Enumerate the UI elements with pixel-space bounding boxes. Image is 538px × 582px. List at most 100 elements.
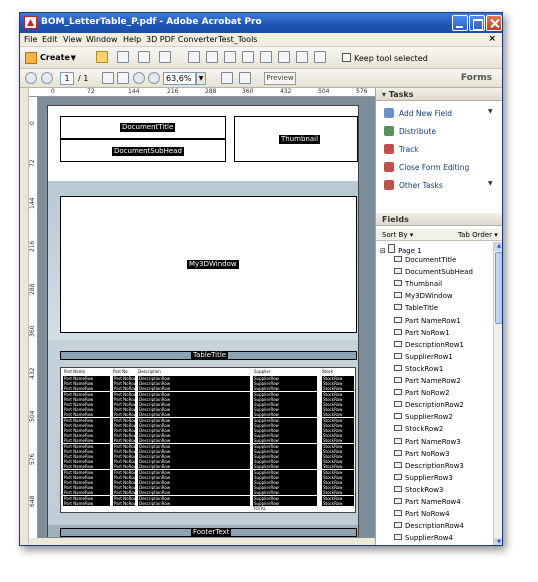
tree-field-item[interactable]: Part NoRow2	[394, 389, 450, 397]
tree-field-item[interactable]: SupplierRow1	[394, 352, 453, 361]
tree-field-item[interactable]: DescriptionRow4	[394, 522, 464, 530]
tree-field-item[interactable]: Part NoRow1	[394, 328, 450, 337]
tree-field-item[interactable]: SupplierRow3	[394, 473, 453, 482]
collapse-icon[interactable]: ⊟	[380, 247, 386, 255]
tree-field-item[interactable]: Part NoRow3	[394, 449, 450, 458]
barcode-tool-icon[interactable]	[314, 51, 326, 63]
checkbox-tool-icon[interactable]	[206, 51, 218, 63]
table-cell-field[interactable]: Part NameRow	[63, 500, 110, 506]
scroll-down-icon[interactable]: ▼	[494, 538, 502, 545]
text-field-icon	[394, 316, 402, 323]
menu-edit[interactable]: Edit	[42, 35, 58, 44]
fit-page-icon[interactable]	[221, 72, 233, 84]
table-cell-field[interactable]: SupplierRow	[253, 500, 317, 506]
signature-tool-icon[interactable]	[296, 51, 308, 63]
tree-field-item[interactable]: DocumentTitle	[394, 256, 456, 264]
table-title-field[interactable]: TableTitle	[60, 351, 357, 360]
hand-tool-icon[interactable]	[117, 72, 129, 84]
zoom-out-icon[interactable]	[133, 72, 145, 84]
tree-field-item[interactable]: My3DWindow	[394, 292, 453, 300]
create-button[interactable]: Create ▼	[24, 51, 76, 66]
document-subhead-field[interactable]: DocumentSubHead	[60, 139, 226, 162]
tree-field-item[interactable]: DescriptionRow3	[394, 461, 464, 470]
menu-3d-pdf-converter[interactable]: 3D PDF Converter	[146, 35, 218, 44]
tree-field-item[interactable]: Part NameRow3	[394, 437, 461, 446]
table-cell-field[interactable]: DescriptionRow	[138, 500, 250, 506]
text-field-icon	[394, 389, 402, 396]
tasks-section-header[interactable]: ▾ Tasks	[376, 88, 502, 101]
thumbnail-field[interactable]: Thumbnail	[234, 116, 358, 162]
zoom-level-input[interactable]: 63,6%	[163, 72, 196, 85]
print-icon[interactable]	[138, 51, 150, 63]
mail-icon[interactable]	[159, 51, 171, 63]
task-track[interactable]: Track	[384, 144, 419, 158]
navigation-pane-strip[interactable]	[20, 88, 29, 545]
tree-field-label: DocumentTitle	[405, 256, 457, 264]
pdf-page[interactable]: DocumentTitle DocumentSubHead Thumbnail …	[47, 105, 359, 537]
tab-order-dropdown[interactable]: Tab Order ▾	[458, 231, 498, 239]
minimize-button[interactable]	[452, 15, 468, 31]
tree-root-page1[interactable]: ⊟ Page 1	[380, 244, 422, 255]
text-field-tool-icon[interactable]	[188, 51, 200, 63]
tree-field-item[interactable]: StockRow2	[394, 425, 443, 433]
keep-tool-selected-checkbox[interactable]: Keep tool selected	[342, 53, 428, 63]
task-close-form-editing[interactable]: Close Form Editing	[384, 162, 469, 176]
tree-field-item[interactable]: Part NameRow1	[394, 316, 461, 325]
save-icon[interactable]	[117, 51, 129, 63]
tree-field-item[interactable]: DescriptionRow1	[394, 340, 464, 349]
open-folder-icon[interactable]	[96, 51, 108, 63]
title-bar[interactable]: BOM_LetterTable_P.pdf - Adobe Acrobat Pr…	[20, 13, 502, 33]
radio-button-tool-icon[interactable]	[224, 51, 236, 63]
tree-field-item[interactable]: Part NameRow4	[394, 498, 461, 506]
task-distribute[interactable]: Distribute	[384, 126, 436, 140]
menu-view[interactable]: View	[63, 35, 82, 44]
menu-window[interactable]: Window	[86, 35, 118, 44]
maximize-button[interactable]	[469, 15, 485, 31]
menu-test-tools[interactable]: Test_Tools	[218, 35, 257, 44]
fit-width-icon[interactable]	[239, 72, 251, 84]
tree-field-item[interactable]: DocumentSubHead	[394, 268, 473, 276]
scrollbar-thumb[interactable]	[495, 252, 502, 324]
menu-file[interactable]: File	[24, 35, 37, 44]
tree-field-item[interactable]: Part NoRow4	[394, 510, 450, 518]
previous-page-icon[interactable]	[25, 72, 37, 84]
tree-field-item[interactable]: SupplierRow2	[394, 413, 453, 421]
footer-text-field[interactable]: FooterText	[60, 528, 357, 537]
tree-field-item[interactable]: SupplierRow4	[394, 534, 453, 542]
tree-field-item[interactable]: TableTitle	[394, 304, 438, 312]
table-cell-field[interactable]: Part NoRow	[113, 500, 135, 506]
close-window-button[interactable]	[486, 15, 502, 31]
list-box-tool-icon[interactable]	[242, 51, 254, 63]
checkbox-box[interactable]	[342, 53, 351, 62]
task-label: Other Tasks	[399, 181, 443, 190]
table-total-label: TOTAL	[253, 506, 266, 511]
menu-help[interactable]: Help	[123, 35, 141, 44]
zoom-in-icon[interactable]	[148, 72, 160, 84]
tree-field-item[interactable]: Part NameRow2	[394, 377, 461, 385]
page-total: / 1	[78, 74, 89, 83]
preview-button[interactable]: Preview	[264, 72, 296, 85]
text-field-icon	[394, 522, 402, 529]
next-page-icon[interactable]	[41, 72, 53, 84]
tree-field-item[interactable]: StockRow3	[394, 485, 443, 494]
ruler-tick-label: 144	[128, 88, 140, 95]
task-add-new-field[interactable]: Add New Field ▼	[384, 108, 493, 122]
tree-field-item[interactable]: StockRow1	[394, 364, 443, 373]
tree-field-item[interactable]: DescriptionRow2	[394, 401, 464, 409]
my3dwindow-field[interactable]: My3DWindow	[60, 196, 357, 333]
page-number-input[interactable]: 1	[60, 72, 74, 85]
fields-section-header[interactable]: Fields	[376, 213, 502, 226]
document-title-field[interactable]: DocumentTitle	[60, 116, 226, 139]
document-close-icon[interactable]: ×	[488, 34, 496, 44]
table-cell-field[interactable]: StockRow	[322, 500, 354, 506]
select-tool-icon[interactable]	[102, 72, 114, 84]
scroll-up-icon[interactable]: ▲	[494, 242, 502, 251]
tree-field-item[interactable]: Thumbnail	[394, 280, 442, 288]
button-tool-icon[interactable]	[278, 51, 290, 63]
fields-scrollbar[interactable]: ▲ ▼	[493, 242, 502, 545]
document-view[interactable]: DocumentTitle DocumentSubHead Thumbnail …	[38, 97, 375, 538]
dropdown-tool-icon[interactable]	[260, 51, 272, 63]
task-other-tasks[interactable]: Other Tasks ▼	[384, 180, 493, 194]
sort-by-dropdown[interactable]: Sort By ▾	[382, 231, 413, 239]
zoom-dropdown-icon[interactable]: ▼	[196, 72, 206, 85]
